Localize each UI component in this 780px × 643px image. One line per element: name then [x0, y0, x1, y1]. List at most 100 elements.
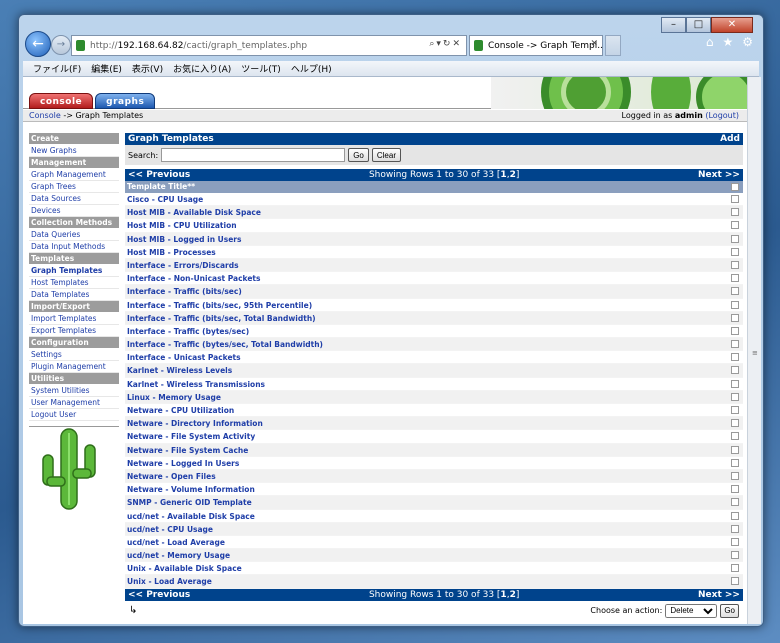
sidebar-item-data-sources[interactable]: Data Sources [29, 193, 119, 205]
template-title-link[interactable]: Interface - Traffic (bytes/sec) [127, 327, 249, 336]
browser-tab[interactable]: Console -> Graph Templ... ✕ [469, 35, 603, 56]
row-checkbox[interactable] [731, 353, 739, 362]
row-checkbox[interactable] [731, 208, 739, 217]
add-link[interactable]: Add [720, 133, 740, 145]
row-checkbox[interactable] [731, 551, 739, 560]
sidebar-item-user-management[interactable]: User Management [29, 397, 119, 409]
sidebar-item-graph-management[interactable]: Graph Management [29, 169, 119, 181]
vertical-scrollbar[interactable]: ≡ [747, 77, 761, 624]
row-checkbox[interactable] [731, 260, 739, 269]
row-checkbox[interactable] [731, 287, 739, 296]
forward-button[interactable]: → [51, 35, 71, 55]
sidebar-item-settings[interactable]: Settings [29, 349, 119, 361]
settings-gear-icon[interactable]: ⚙ [742, 35, 753, 49]
template-title-link[interactable]: Netware - File System Cache [127, 446, 248, 455]
sidebar-item-host-templates[interactable]: Host Templates [29, 277, 119, 289]
action-go-button[interactable]: Go [720, 603, 739, 618]
search-clear-button[interactable]: Clear [371, 148, 401, 162]
previous-link[interactable]: << Previous [128, 169, 190, 181]
sidebar-item-data-input-methods[interactable]: Data Input Methods [29, 241, 119, 253]
row-checkbox[interactable] [731, 458, 739, 467]
template-title-link[interactable]: Host MIB - Logged in Users [127, 235, 241, 244]
row-checkbox[interactable] [731, 313, 739, 322]
previous-link[interactable]: << Previous [128, 589, 190, 601]
tab-console[interactable]: console [29, 93, 94, 109]
template-title-link[interactable]: ucd/net - Memory Usage [127, 551, 230, 560]
row-checkbox[interactable] [731, 524, 739, 533]
next-link[interactable]: Next >> [698, 169, 740, 181]
new-tab-button[interactable] [605, 35, 621, 56]
row-checkbox[interactable] [731, 392, 739, 401]
row-checkbox[interactable] [731, 406, 739, 414]
template-title-link[interactable]: Host MIB - Processes [127, 248, 216, 257]
template-title-link[interactable]: Unix - Available Disk Space [127, 564, 242, 573]
search-go-button[interactable]: Go [348, 148, 369, 162]
breadcrumb-console-link[interactable]: Console [29, 111, 61, 120]
template-title-link[interactable]: Netware - Open Files [127, 472, 216, 481]
template-title-link[interactable]: ucd/net - Available Disk Space [127, 512, 255, 521]
template-title-link[interactable]: Karlnet - Wireless Transmissions [127, 380, 265, 389]
tab-graphs[interactable]: graphs [95, 93, 156, 109]
sidebar-item-data-queries[interactable]: Data Queries [29, 229, 119, 241]
template-title-link[interactable]: Host MIB - CPU Utilization [127, 221, 237, 230]
template-title-link[interactable]: Karlnet - Wireless Levels [127, 366, 232, 375]
row-checkbox[interactable] [731, 445, 739, 454]
row-checkbox[interactable] [731, 247, 739, 256]
row-checkbox[interactable] [731, 511, 739, 520]
template-title-link[interactable]: ucd/net - CPU Usage [127, 525, 213, 534]
row-checkbox[interactable] [731, 300, 739, 309]
menu-edit[interactable]: 編集(E) [91, 62, 122, 75]
sidebar-item-import-templates[interactable]: Import Templates [29, 313, 119, 325]
row-checkbox[interactable] [731, 366, 739, 375]
sidebar-item-devices[interactable]: Devices [29, 205, 119, 217]
template-title-link[interactable]: Interface - Traffic (bits/sec, 95th Perc… [127, 301, 312, 310]
sidebar-item-graph-templates[interactable]: Graph Templates [29, 265, 119, 277]
template-title-link[interactable]: Interface - Unicast Packets [127, 353, 241, 362]
row-checkbox[interactable] [731, 234, 739, 243]
home-icon[interactable]: ⌂ [706, 35, 714, 49]
row-checkbox[interactable] [731, 498, 739, 507]
template-title-link[interactable]: Netware - Logged In Users [127, 459, 239, 468]
row-checkbox[interactable] [731, 432, 739, 441]
template-title-link[interactable]: Interface - Traffic (bits/sec, Total Ban… [127, 314, 316, 323]
menu-help[interactable]: ヘルプ(H) [291, 62, 332, 75]
template-title-link[interactable]: Interface - Non-Unicast Packets [127, 274, 260, 283]
sidebar-item-data-templates[interactable]: Data Templates [29, 289, 119, 301]
row-checkbox[interactable] [731, 195, 739, 203]
sidebar-item-export-templates[interactable]: Export Templates [29, 325, 119, 337]
sidebar-item-logout-user[interactable]: Logout User [29, 409, 119, 421]
row-checkbox[interactable] [731, 326, 739, 335]
sidebar-item-system-utilities[interactable]: System Utilities [29, 385, 119, 397]
template-title-link[interactable]: Linux - Memory Usage [127, 393, 221, 402]
tab-close-icon[interactable]: ✕ [590, 39, 598, 49]
select-all-checkbox[interactable] [731, 183, 739, 191]
row-checkbox[interactable] [731, 537, 739, 546]
template-title-link[interactable]: SNMP - Generic OID Template [127, 498, 252, 507]
back-button[interactable]: ← [25, 31, 51, 57]
row-checkbox[interactable] [731, 379, 739, 388]
row-checkbox[interactable] [731, 471, 739, 480]
template-title-link[interactable]: Netware - File System Activity [127, 432, 255, 441]
sidebar-item-plugin-management[interactable]: Plugin Management [29, 361, 119, 373]
menu-favorites[interactable]: お気に入り(A) [173, 62, 231, 75]
menu-file[interactable]: ファイル(F) [33, 62, 81, 75]
template-title-link[interactable]: Netware - Volume Information [127, 485, 255, 494]
template-title-link[interactable]: Interface - Errors/Discards [127, 261, 239, 270]
template-title-link[interactable]: Interface - Traffic (bits/sec) [127, 287, 242, 296]
row-checkbox[interactable] [731, 564, 739, 573]
next-link[interactable]: Next >> [698, 589, 740, 601]
column-template-title[interactable]: Template Title** [127, 182, 195, 191]
sidebar-item-graph-trees[interactable]: Graph Trees [29, 181, 119, 193]
row-checkbox[interactable] [731, 419, 739, 428]
template-title-link[interactable]: ucd/net - Load Average [127, 538, 225, 547]
menu-view[interactable]: 表示(V) [132, 62, 163, 75]
row-checkbox[interactable] [731, 340, 739, 349]
address-bar[interactable]: http://192.168.64.82/cacti/graph_templat… [71, 35, 467, 56]
sidebar-item-new-graphs[interactable]: New Graphs [29, 145, 119, 157]
menu-tools[interactable]: ツール(T) [241, 62, 281, 75]
template-title-link[interactable]: Host MIB - Available Disk Space [127, 208, 261, 217]
row-checkbox[interactable] [731, 274, 739, 283]
template-title-link[interactable]: Cisco - CPU Usage [127, 195, 203, 204]
logout-link[interactable]: (Logout) [705, 111, 739, 120]
template-title-link[interactable]: Interface - Traffic (bytes/sec, Total Ba… [127, 340, 323, 349]
